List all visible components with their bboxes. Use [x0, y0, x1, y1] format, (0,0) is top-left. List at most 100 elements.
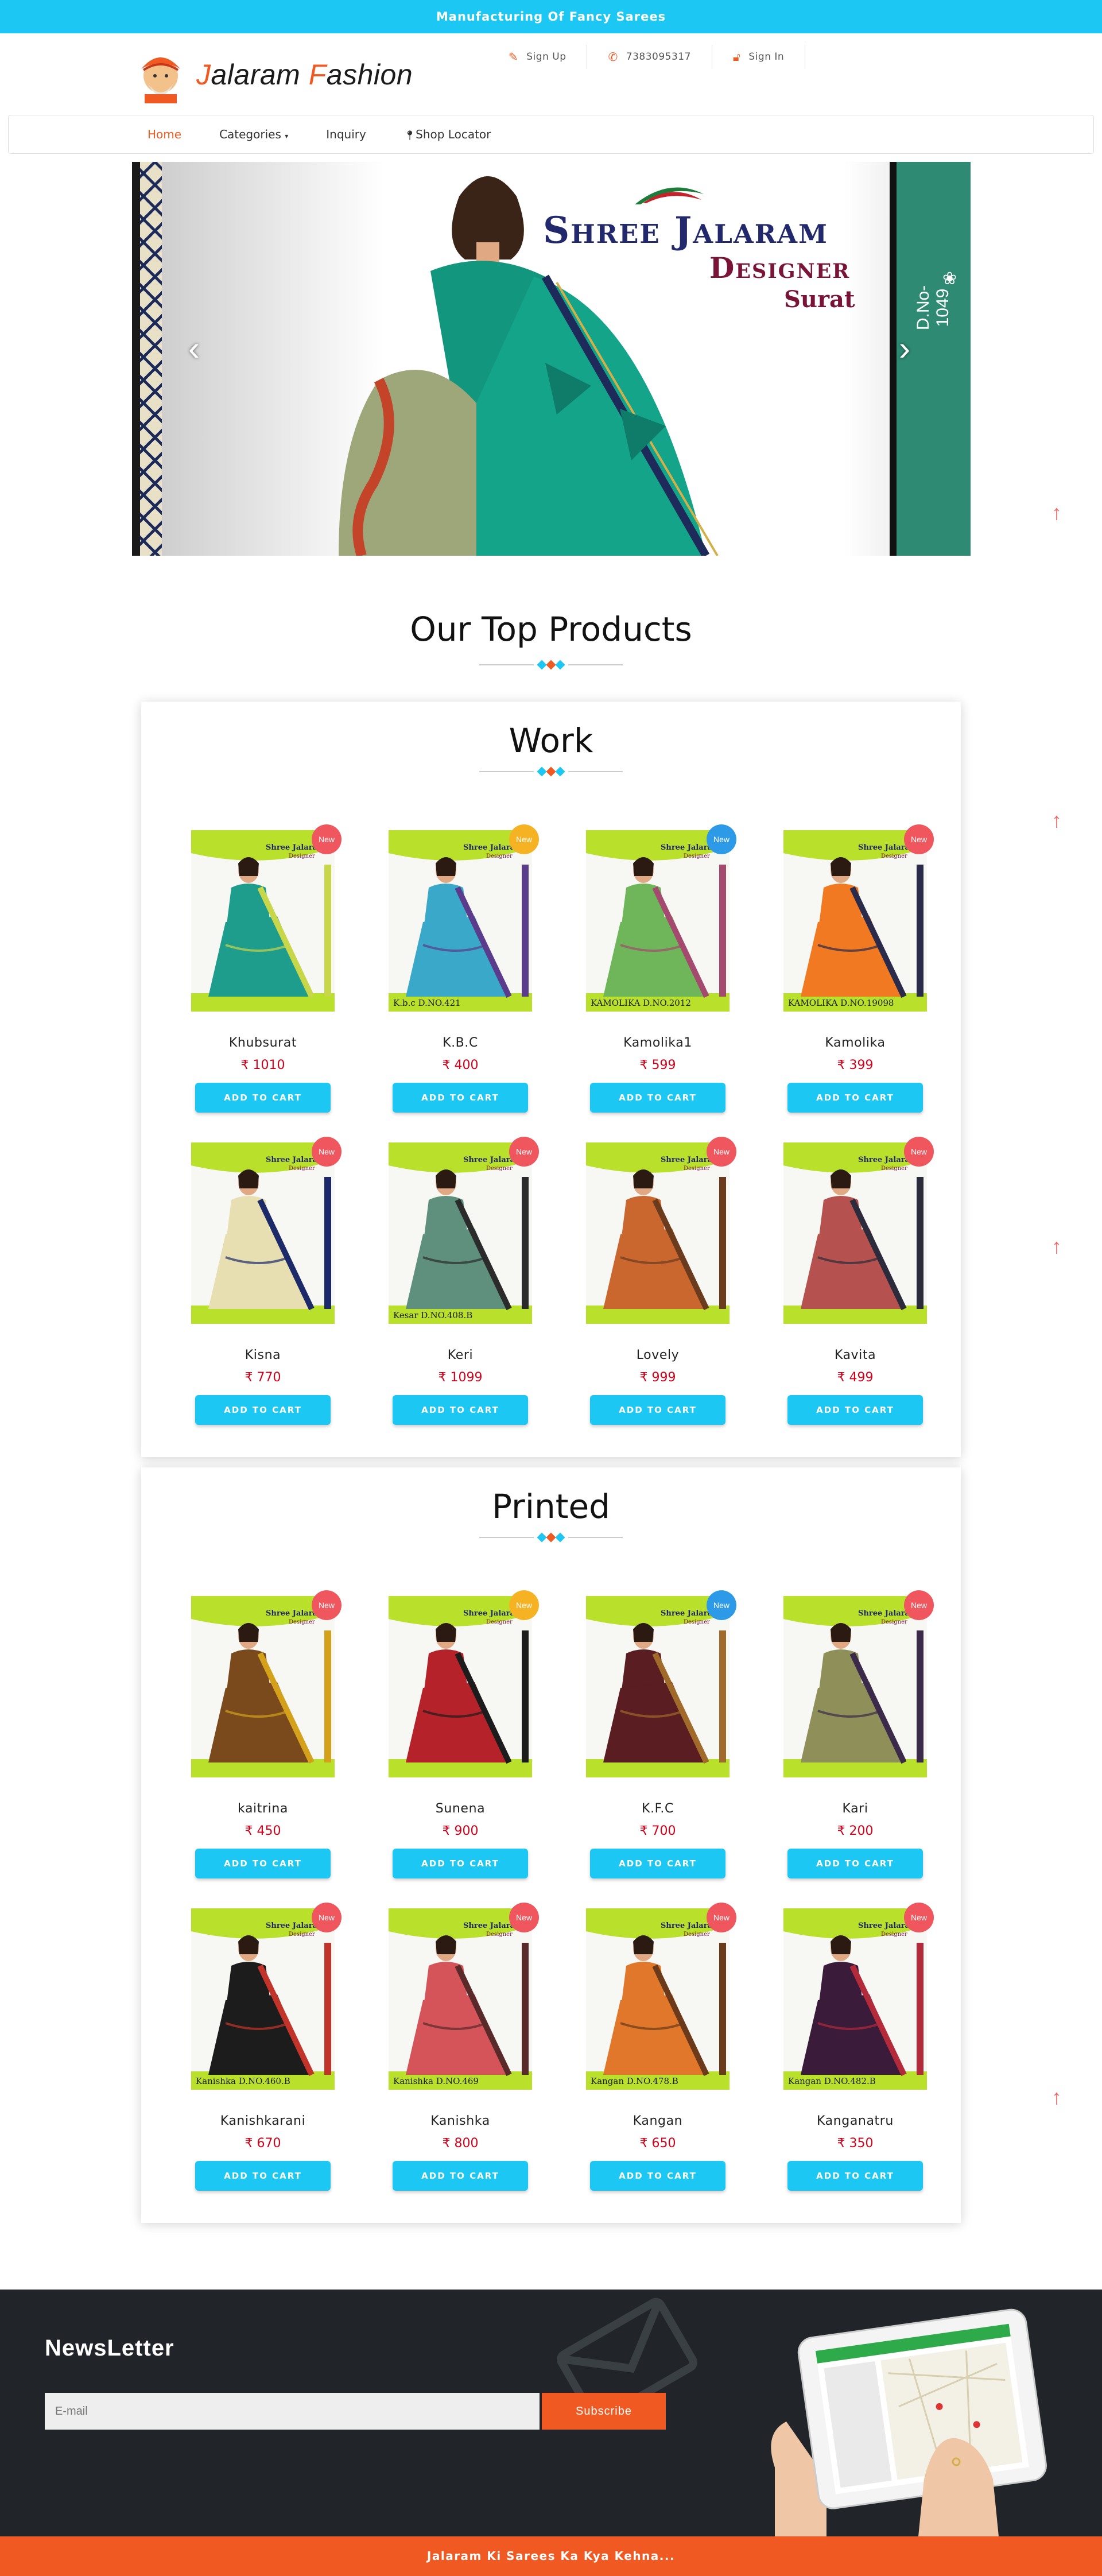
product-image[interactable]: Shree Jalaram Designer New	[191, 1590, 342, 1777]
nav-categories[interactable]: Categories ▾	[219, 127, 288, 141]
svg-text:Designer: Designer	[289, 1619, 315, 1625]
add-to-cart-button[interactable]: ADD TO CART	[393, 1849, 528, 1878]
svg-text:Designer: Designer	[486, 1931, 513, 1938]
product-card[interactable]: Shree Jalaram Designer New Kavita ₹ 499 ADD T…	[769, 1137, 941, 1425]
product-image[interactable]: Shree Jalaram Designer Kanishka D.NO.460.B…	[191, 1903, 342, 2090]
product-image[interactable]: Shree Jalaram Designer K.b.c D.NO.421 New	[389, 824, 539, 1012]
add-to-cart-button[interactable]: ADD TO CART	[787, 1849, 923, 1878]
product-card[interactable]: Shree Jalaram Designer New Sunena ₹ 900 ADD T…	[374, 1590, 546, 1878]
product-name[interactable]: Sunena	[374, 1802, 546, 1816]
section-title: Work	[509, 721, 593, 760]
product-name[interactable]: kaitrina	[177, 1802, 349, 1816]
svg-text:Designer: Designer	[684, 853, 710, 859]
product-card[interactable]: Shree Jalaram Designer Kangan D.NO.478.B Ne…	[572, 1903, 744, 2191]
product-card[interactable]: Shree Jalaram Designer K.b.c D.NO.421 New K.…	[374, 824, 546, 1113]
product-image[interactable]: Shree Jalaram Designer New	[389, 1590, 539, 1777]
printed-section-panel: Printed Shree Jalaram Designer New kaitrina ₹…	[141, 1467, 961, 2223]
hero-slider[interactable]: Shree Jalaram Designer Surat D.No-1049 ❀…	[132, 162, 971, 556]
slider-prev-button[interactable]: ‹	[188, 328, 200, 368]
product-card[interactable]: Shree Jalaram Designer Kanishka D.NO.469 Ne…	[374, 1903, 546, 2191]
add-to-cart-button[interactable]: ADD TO CART	[590, 1395, 725, 1425]
svg-text:Designer: Designer	[289, 853, 315, 859]
nav-inquiry[interactable]: Inquiry	[326, 127, 366, 141]
sign-in-link[interactable]: 🔓︎ Sign In	[712, 45, 806, 69]
new-badge: New	[312, 824, 342, 854]
product-card[interactable]: Shree Jalaram Designer New Kisna ₹ 770 ADD TO…	[177, 1137, 349, 1425]
product-card[interactable]: Shree Jalaram Designer New Lovely ₹ 999 ADD T…	[572, 1137, 744, 1425]
svg-text:Designer: Designer	[684, 1165, 710, 1172]
product-name[interactable]: Kari	[769, 1802, 941, 1816]
product-image[interactable]: Shree Jalaram Designer Kesar D.NO.408.B New	[389, 1137, 539, 1324]
product-price: ₹ 350	[837, 2136, 874, 2151]
nav-home[interactable]: Home	[148, 127, 181, 141]
add-to-cart-button[interactable]: ADD TO CART	[787, 1395, 923, 1425]
product-name[interactable]: Khubsurat	[177, 1036, 349, 1050]
product-name[interactable]: Kanganatru	[769, 2114, 941, 2128]
product-image-caption: K.b.c D.NO.421	[393, 998, 461, 1008]
add-to-cart-button[interactable]: ADD TO CART	[195, 2161, 331, 2191]
product-card[interactable]: Shree Jalaram Designer KAMOLIKA D.NO.2012 N…	[572, 824, 744, 1113]
svg-text:Designer: Designer	[881, 853, 907, 859]
product-name[interactable]: Keri	[374, 1348, 546, 1362]
product-card[interactable]: Shree Jalaram Designer New Kari ₹ 200 ADD TO …	[769, 1590, 941, 1878]
svg-text:Designer: Designer	[881, 1619, 907, 1625]
product-image[interactable]: Shree Jalaram Designer New	[783, 1137, 934, 1324]
scroll-up-icon[interactable]: ↑	[1048, 1234, 1065, 1258]
product-image[interactable]: Shree Jalaram Designer Kangan D.NO.482.B Ne…	[783, 1903, 934, 2090]
product-image[interactable]: Shree Jalaram Designer Kanishka D.NO.469 Ne…	[389, 1903, 539, 2090]
product-image[interactable]: Shree Jalaram Designer New	[191, 824, 342, 1012]
product-image[interactable]: Shree Jalaram Designer New	[586, 1137, 736, 1324]
site-logo[interactable]: Jalaram Fashion	[133, 46, 413, 103]
product-card[interactable]: Shree Jalaram Designer Kanishka D.NO.460.B…	[177, 1903, 349, 2191]
product-card[interactable]: Shree Jalaram Designer New Khubsurat ₹ 1010 A…	[177, 824, 349, 1113]
product-name[interactable]: Kavita	[769, 1348, 941, 1362]
subscribe-button[interactable]: Subscribe	[542, 2393, 666, 2430]
product-card[interactable]: Shree Jalaram Designer KAMOLIKA D.NO.19098…	[769, 824, 941, 1113]
slider-next-button[interactable]: ›	[899, 328, 910, 368]
product-image[interactable]: Shree Jalaram Designer New	[586, 1590, 736, 1777]
add-to-cart-button[interactable]: ADD TO CART	[590, 1083, 725, 1113]
add-to-cart-button[interactable]: ADD TO CART	[195, 1083, 331, 1113]
product-name[interactable]: K.B.C	[374, 1036, 546, 1050]
product-card[interactable]: Shree Jalaram Designer New kaitrina ₹ 450 ADD…	[177, 1590, 349, 1878]
add-to-cart-button[interactable]: ADD TO CART	[787, 1083, 923, 1113]
product-image[interactable]: Shree Jalaram Designer KAMOLIKA D.NO.2012 N…	[586, 824, 736, 1012]
product-card[interactable]: Shree Jalaram Designer Kangan D.NO.482.B Ne…	[769, 1903, 941, 2191]
product-image[interactable]: Shree Jalaram Designer KAMOLIKA D.NO.19098…	[783, 824, 934, 1012]
product-name[interactable]: Kangan	[572, 2114, 744, 2128]
product-name[interactable]: K.F.C	[572, 1802, 744, 1816]
nav-shop-locator[interactable]: 📍︎Shop Locator	[404, 127, 491, 141]
newsletter-email-input[interactable]	[45, 2393, 540, 2430]
add-to-cart-button[interactable]: ADD TO CART	[393, 1395, 528, 1425]
edit-icon: ✎	[509, 50, 519, 64]
svg-text:Designer: Designer	[486, 1165, 513, 1172]
product-card[interactable]: Shree Jalaram Designer Kesar D.NO.408.B New…	[374, 1137, 546, 1425]
brand-line-1: Shree Jalaram	[543, 209, 828, 252]
add-to-cart-button[interactable]: ADD TO CART	[590, 1849, 725, 1878]
product-name[interactable]: Kanishka	[374, 2114, 546, 2128]
product-name[interactable]: Kisna	[177, 1348, 349, 1362]
product-image[interactable]: Shree Jalaram Designer New	[191, 1137, 342, 1324]
new-badge: New	[509, 824, 539, 854]
product-name[interactable]: Kamolika	[769, 1036, 941, 1050]
add-to-cart-button[interactable]: ADD TO CART	[787, 2161, 923, 2191]
product-name[interactable]: Lovely	[572, 1348, 744, 1362]
lock-icon: 🔓︎	[732, 50, 741, 64]
scroll-up-icon[interactable]: ↑	[1048, 501, 1065, 524]
sign-up-link[interactable]: ✎ Sign Up	[488, 45, 588, 69]
add-to-cart-button[interactable]: ADD TO CART	[195, 1395, 331, 1425]
product-name[interactable]: Kamolika1	[572, 1036, 744, 1050]
product-image[interactable]: Shree Jalaram Designer New	[783, 1590, 934, 1777]
product-image-caption: Kanishka D.NO.469	[393, 2076, 479, 2086]
phone-link[interactable]: ✆ 7383095317	[587, 45, 712, 69]
add-to-cart-button[interactable]: ADD TO CART	[590, 2161, 725, 2191]
scroll-up-icon[interactable]: ↑	[1048, 808, 1065, 832]
scroll-up-icon[interactable]: ↑	[1048, 2085, 1065, 2109]
add-to-cart-button[interactable]: ADD TO CART	[393, 2161, 528, 2191]
product-image[interactable]: Shree Jalaram Designer Kangan D.NO.478.B Ne…	[586, 1903, 736, 2090]
product-image-caption: Kesar D.NO.408.B	[393, 1310, 472, 1320]
add-to-cart-button[interactable]: ADD TO CART	[393, 1083, 528, 1113]
add-to-cart-button[interactable]: ADD TO CART	[195, 1849, 331, 1878]
product-name[interactable]: Kanishkarani	[177, 2114, 349, 2128]
product-card[interactable]: Shree Jalaram Designer New K.F.C ₹ 700 ADD TO…	[572, 1590, 744, 1878]
